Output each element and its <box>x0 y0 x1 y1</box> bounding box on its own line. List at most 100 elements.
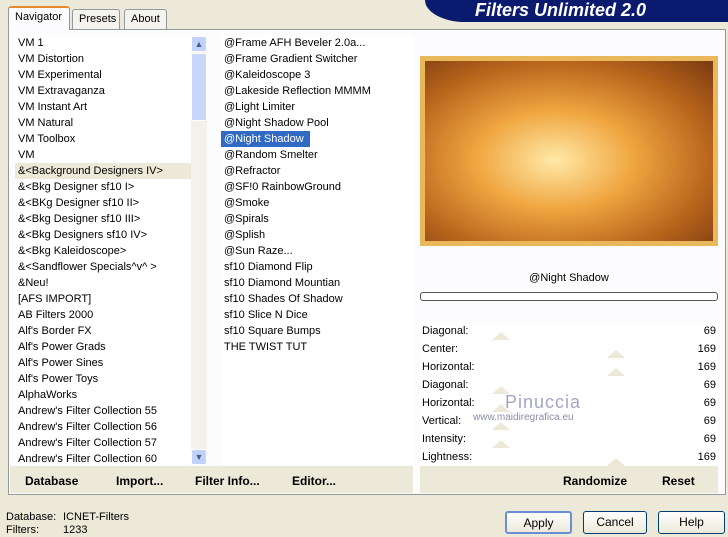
category-item[interactable]: AlphaWorks <box>15 387 191 403</box>
slider-thumb[interactable] <box>492 422 510 430</box>
filter-item[interactable]: @Sun Raze... <box>221 243 413 259</box>
filter-item-row[interactable]: @Frame AFH Beveler 2.0a... <box>221 35 413 51</box>
scroll-up-icon[interactable]: ▲ <box>191 36 207 52</box>
filter-item[interactable]: sf10 Square Bumps <box>221 323 413 339</box>
filter-list[interactable]: @Frame AFH Beveler 2.0a... @Frame Gradien… <box>221 35 413 465</box>
category-item[interactable]: Alf's Power Sines <box>15 355 191 371</box>
category-item[interactable]: VM Natural <box>15 115 191 131</box>
tab-navigator[interactable]: Navigator <box>8 6 70 30</box>
slider-thumb[interactable] <box>492 440 510 448</box>
editor-button[interactable]: Editor... <box>292 474 336 488</box>
filter-item[interactable]: @Kaleidoscope 3 <box>221 67 413 83</box>
category-item[interactable]: AB Filters 2000 <box>15 307 191 323</box>
category-item[interactable]: Andrew's Filter Collection 56 <box>15 419 191 435</box>
category-item[interactable]: VM Instant Art <box>15 99 191 115</box>
filter-item[interactable]: @Lakeside Reflection MMMM <box>221 83 413 99</box>
filter-item[interactable]: sf10 Diamond Flip <box>221 259 413 275</box>
slider-thumb[interactable] <box>606 368 625 376</box>
category-item[interactable]: &<Sandflower Specials^v^ > <box>15 259 191 275</box>
filter-item-row[interactable]: sf10 Slice N Dice <box>221 307 413 323</box>
filter-item[interactable]: @Frame AFH Beveler 2.0a... <box>221 35 413 51</box>
scroll-thumb[interactable] <box>191 53 207 121</box>
filter-item[interactable]: @Night Shadow <box>221 131 310 147</box>
category-item[interactable]: &Neu! <box>15 275 191 291</box>
filter-item[interactable]: @SF!0 RainbowGround <box>221 179 413 195</box>
filter-item[interactable]: sf10 Diamond Mountian <box>221 275 413 291</box>
filter-item-row[interactable]: sf10 Square Bumps <box>221 323 413 339</box>
category-item[interactable]: [AFS IMPORT] <box>15 291 191 307</box>
filter-item-row[interactable]: sf10 Shades Of Shadow <box>221 291 413 307</box>
category-item[interactable]: &<Bkg Designers sf10 IV> <box>15 227 191 243</box>
category-item[interactable]: &<Bkg Kaleidoscope> <box>15 243 191 259</box>
filter-item[interactable]: @Night Shadow Pool <box>221 115 413 131</box>
reset-button[interactable]: Reset <box>662 474 695 488</box>
filter-item[interactable]: sf10 Shades Of Shadow <box>221 291 413 307</box>
filter-info-button[interactable]: Filter Info... <box>195 474 260 488</box>
filter-item-row[interactable]: @SF!0 RainbowGround <box>221 179 413 195</box>
filter-item-row[interactable]: @Light Limiter <box>221 99 413 115</box>
category-item[interactable]: VM Experimental <box>15 67 191 83</box>
tab-about[interactable]: About <box>124 9 167 29</box>
randomize-button[interactable]: Randomize <box>563 474 627 488</box>
import-button[interactable]: Import... <box>116 474 163 488</box>
filter-item-row[interactable]: sf10 Diamond Mountian <box>221 275 413 291</box>
category-item[interactable]: Andrew's Filter Collection 57 <box>15 435 191 451</box>
filter-item-row[interactable]: @Night Shadow Pool <box>221 115 413 131</box>
category-item[interactable]: &<Bkg Designer sf10 III> <box>15 211 191 227</box>
filter-item-row[interactable]: @Smoke <box>221 195 413 211</box>
filter-item-row[interactable]: @Kaleidoscope 3 <box>221 67 413 83</box>
help-button[interactable]: Help <box>658 511 725 534</box>
database-button[interactable]: Database <box>25 474 78 488</box>
filter-item-row[interactable]: @Sun Raze... <box>221 243 413 259</box>
param-slider[interactable]: Intensity: 69 <box>420 431 718 448</box>
param-slider[interactable]: Diagonal: 69 <box>420 323 718 340</box>
category-item[interactable]: Alf's Power Toys <box>15 371 191 387</box>
apply-button[interactable]: Apply <box>505 511 572 534</box>
filter-item-row[interactable]: sf10 Diamond Flip <box>221 259 413 275</box>
category-item[interactable]: &<Background Designers IV> <box>15 163 191 179</box>
cancel-button[interactable]: Cancel <box>583 511 647 534</box>
filter-item[interactable]: THE TWIST TUT <box>221 339 413 355</box>
slider-thumb[interactable] <box>606 350 625 358</box>
app-title-banner: Filters Unlimited 2.0 <box>425 0 728 22</box>
category-item[interactable]: VM Distortion <box>15 51 191 67</box>
filter-item[interactable]: sf10 Slice N Dice <box>221 307 413 323</box>
slider-thumb[interactable] <box>606 458 625 466</box>
category-scrollbar[interactable]: ▲ ▼ <box>191 36 207 465</box>
filter-item-row[interactable]: @Night Shadow <box>221 131 413 147</box>
filter-item[interactable]: @Splish <box>221 227 413 243</box>
filter-item[interactable]: @Refractor <box>221 163 413 179</box>
category-item[interactable]: Alf's Border FX <box>15 323 191 339</box>
filter-item[interactable]: @Frame Gradient Switcher <box>221 51 413 67</box>
param-slider[interactable]: Horizontal: 169 <box>420 359 718 376</box>
filter-item-row[interactable]: THE TWIST TUT <box>221 339 413 355</box>
slider-thumb[interactable] <box>492 332 510 340</box>
category-item[interactable]: VM Extravaganza <box>15 83 191 99</box>
database-value: ICNET-Filters <box>63 511 129 523</box>
category-item[interactable]: VM <box>15 147 191 163</box>
scroll-down-icon[interactable]: ▼ <box>191 449 207 465</box>
filter-item-row[interactable]: @Random Smelter <box>221 147 413 163</box>
category-item[interactable]: VM 1 <box>15 35 191 51</box>
category-item[interactable]: &<BKg Designer sf10 II> <box>15 195 191 211</box>
database-label: Database: <box>6 511 57 523</box>
filter-item[interactable]: @Smoke <box>221 195 413 211</box>
filter-item[interactable]: @Spirals <box>221 211 413 227</box>
param-slider[interactable]: Center: 169 <box>420 341 718 358</box>
filter-item-row[interactable]: @Refractor <box>221 163 413 179</box>
category-item[interactable]: Andrew's Filter Collection 55 <box>15 403 191 419</box>
param-slider[interactable]: Lightness: 169 <box>420 449 718 466</box>
category-item[interactable]: Alf's Power Grads <box>15 339 191 355</box>
filter-item[interactable]: @Light Limiter <box>221 99 413 115</box>
category-item[interactable]: VM Toolbox <box>15 131 191 147</box>
filter-item[interactable]: @Random Smelter <box>221 147 413 163</box>
filter-item-row[interactable]: @Spirals <box>221 211 413 227</box>
category-list[interactable]: VM 1 VM Distortion VM Experimental VM Extra… <box>15 35 191 465</box>
filter-item-row[interactable]: @Lakeside Reflection MMMM <box>221 83 413 99</box>
filter-item-row[interactable]: @Splish <box>221 227 413 243</box>
category-item[interactable]: Andrew's Filter Collection 60 <box>15 451 191 465</box>
category-item[interactable]: &<Bkg Designer sf10 I> <box>15 179 191 195</box>
filter-item-row[interactable]: @Frame Gradient Switcher <box>221 51 413 67</box>
tab-presets[interactable]: Presets <box>72 9 120 29</box>
params-toolbar: Randomize Reset <box>420 466 718 493</box>
